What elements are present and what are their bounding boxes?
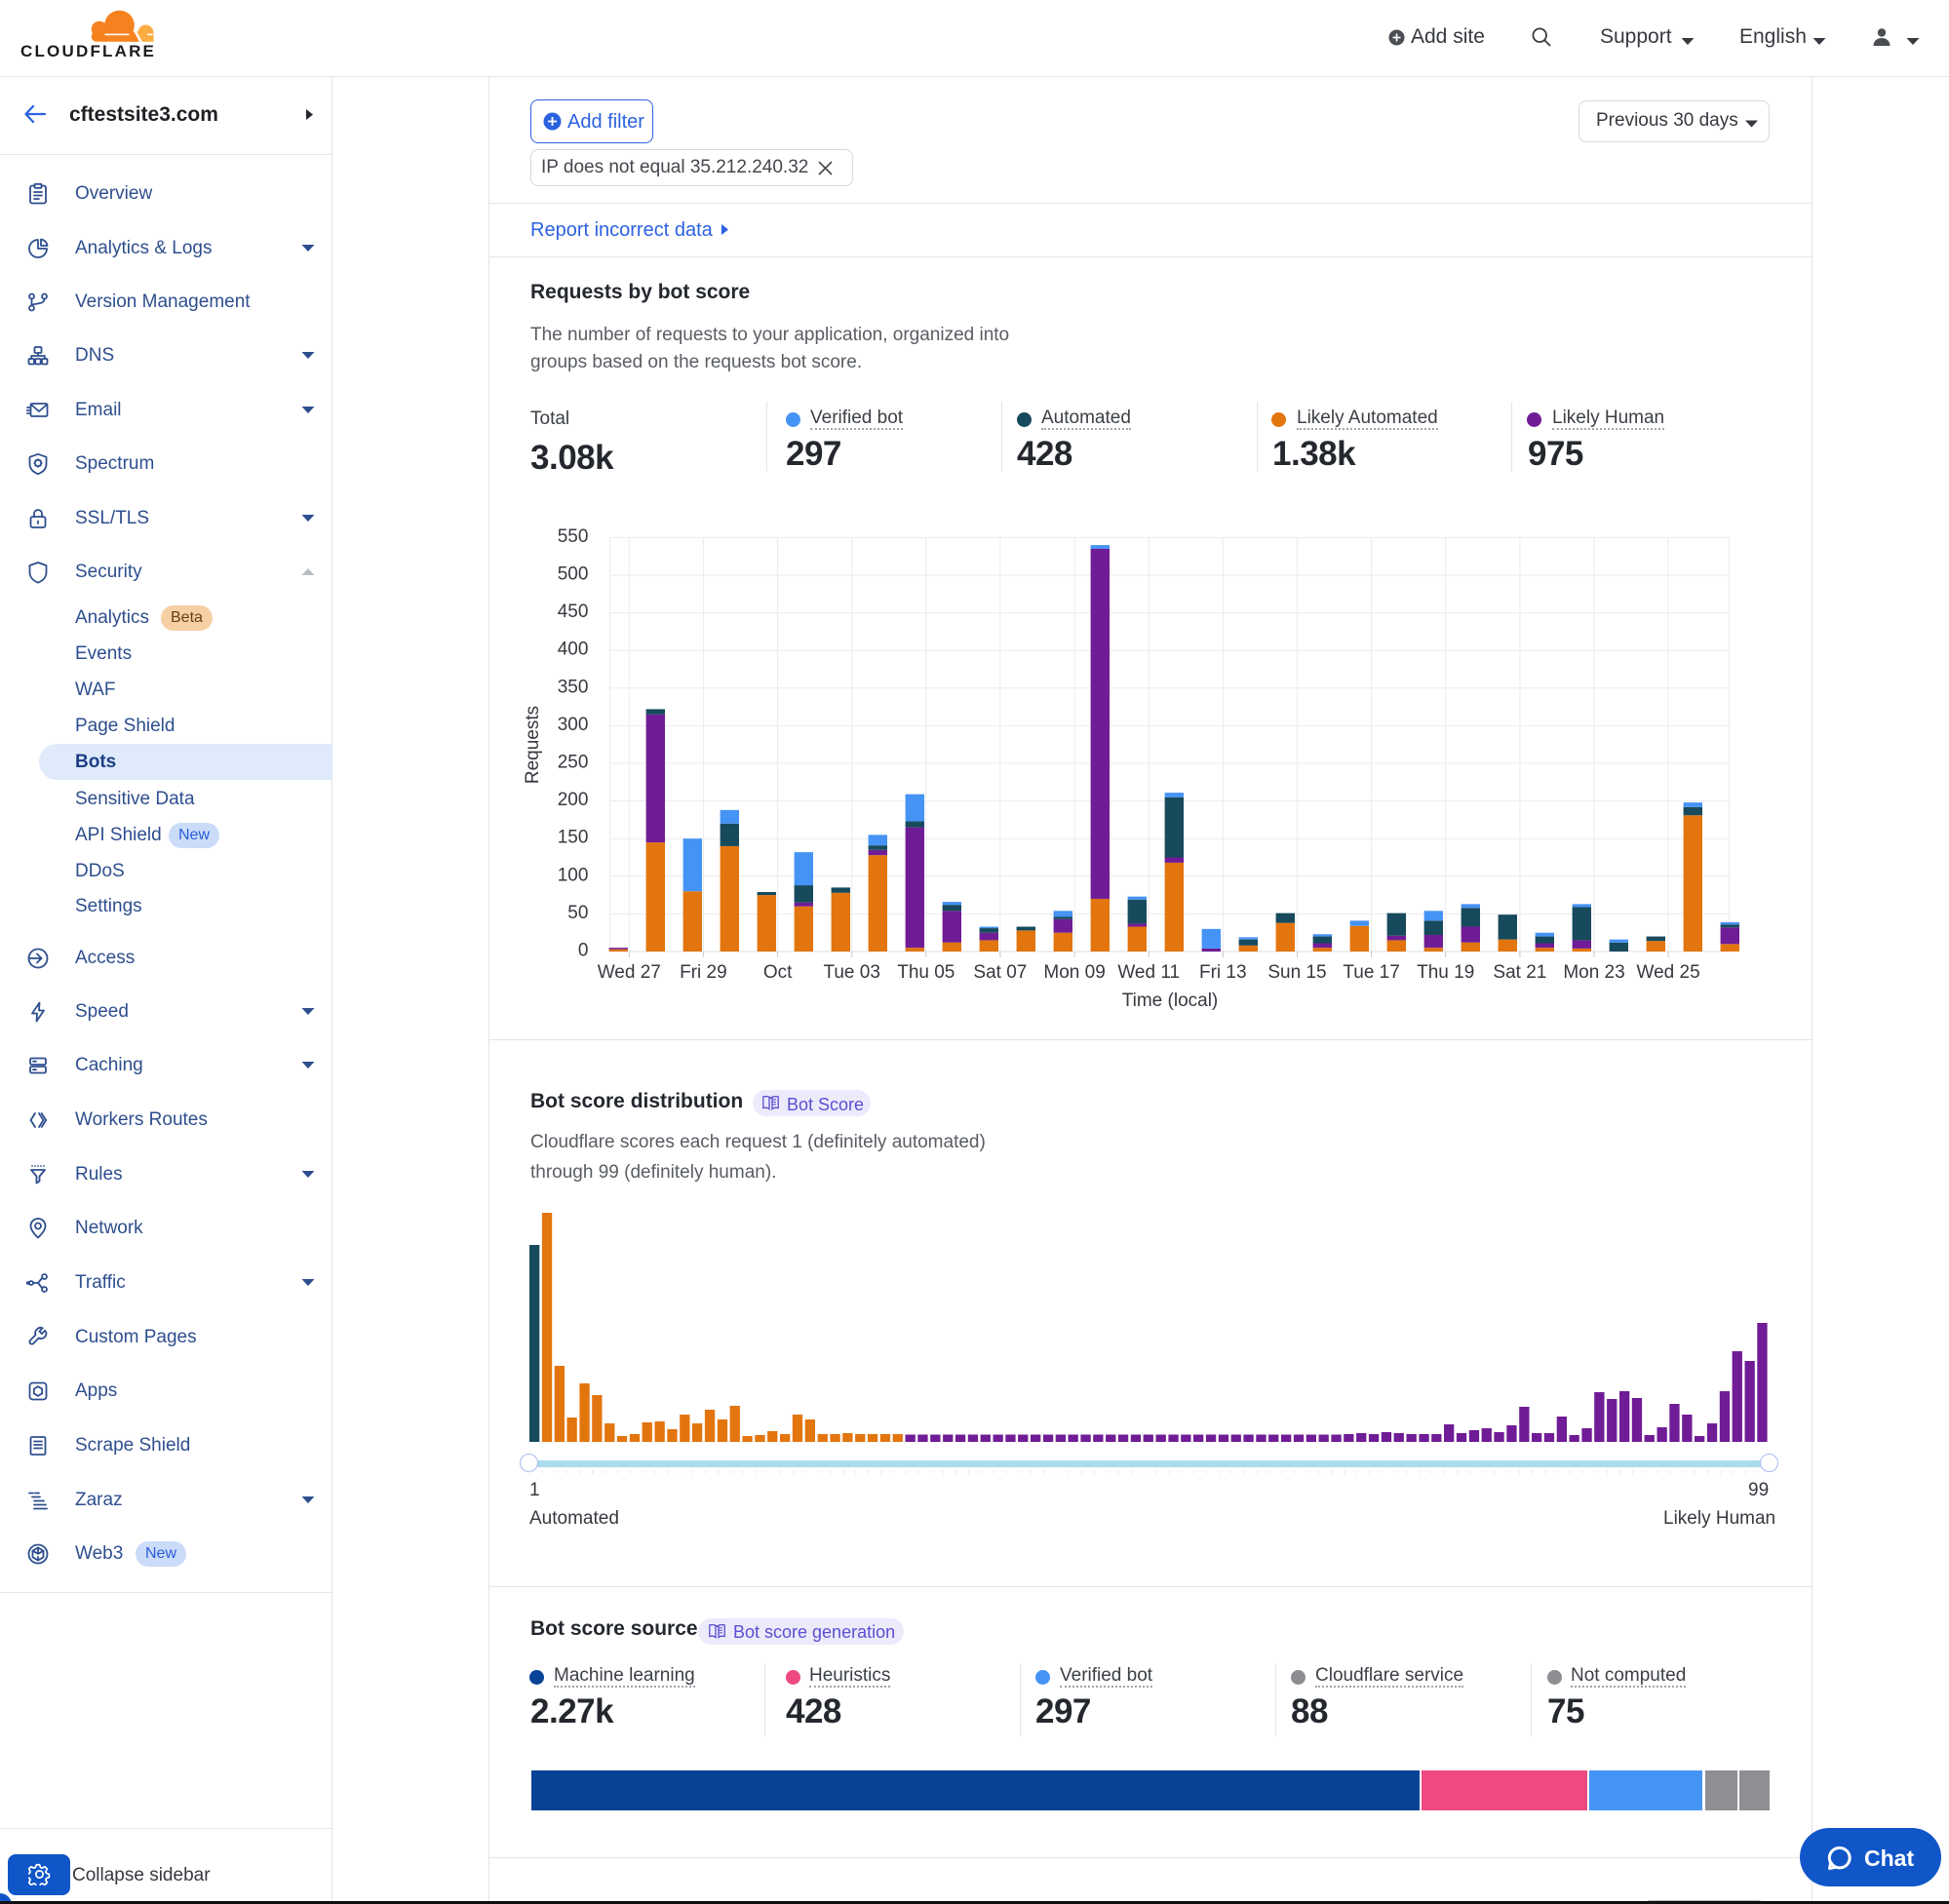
svg-text:Tue 17: Tue 17	[1343, 962, 1399, 983]
svg-text:200: 200	[558, 790, 589, 810]
svg-text:0: 0	[578, 941, 589, 961]
svg-text:Mon 23: Mon 23	[1563, 962, 1624, 983]
svg-text:Oct: Oct	[763, 962, 793, 983]
svg-text:500: 500	[558, 564, 589, 585]
svg-text:150: 150	[558, 828, 589, 848]
svg-text:Sat 21: Sat 21	[1493, 962, 1546, 983]
svg-text:Sun 15: Sun 15	[1267, 962, 1326, 983]
svg-text:400: 400	[558, 640, 589, 660]
svg-text:Sat 07: Sat 07	[973, 962, 1027, 983]
svg-text:300: 300	[558, 715, 589, 735]
svg-text:550: 550	[558, 526, 589, 547]
svg-text:50: 50	[567, 903, 588, 923]
svg-text:Tue 03: Tue 03	[823, 962, 879, 983]
svg-text:Thu 05: Thu 05	[897, 962, 955, 983]
svg-text:100: 100	[558, 865, 589, 885]
svg-text:Time (local): Time (local)	[1122, 991, 1219, 1011]
svg-text:Wed 27: Wed 27	[598, 962, 661, 983]
svg-text:350: 350	[558, 677, 589, 697]
svg-text:Mon 09: Mon 09	[1043, 962, 1105, 983]
svg-text:450: 450	[558, 602, 589, 622]
svg-text:Thu 19: Thu 19	[1417, 962, 1474, 983]
svg-text:Fri 29: Fri 29	[680, 962, 727, 983]
svg-text:Fri 13: Fri 13	[1199, 962, 1247, 983]
svg-text:Requests: Requests	[523, 706, 543, 784]
svg-text:Wed 11: Wed 11	[1117, 962, 1180, 983]
svg-text:250: 250	[558, 753, 589, 773]
svg-text:Wed 25: Wed 25	[1637, 962, 1700, 983]
